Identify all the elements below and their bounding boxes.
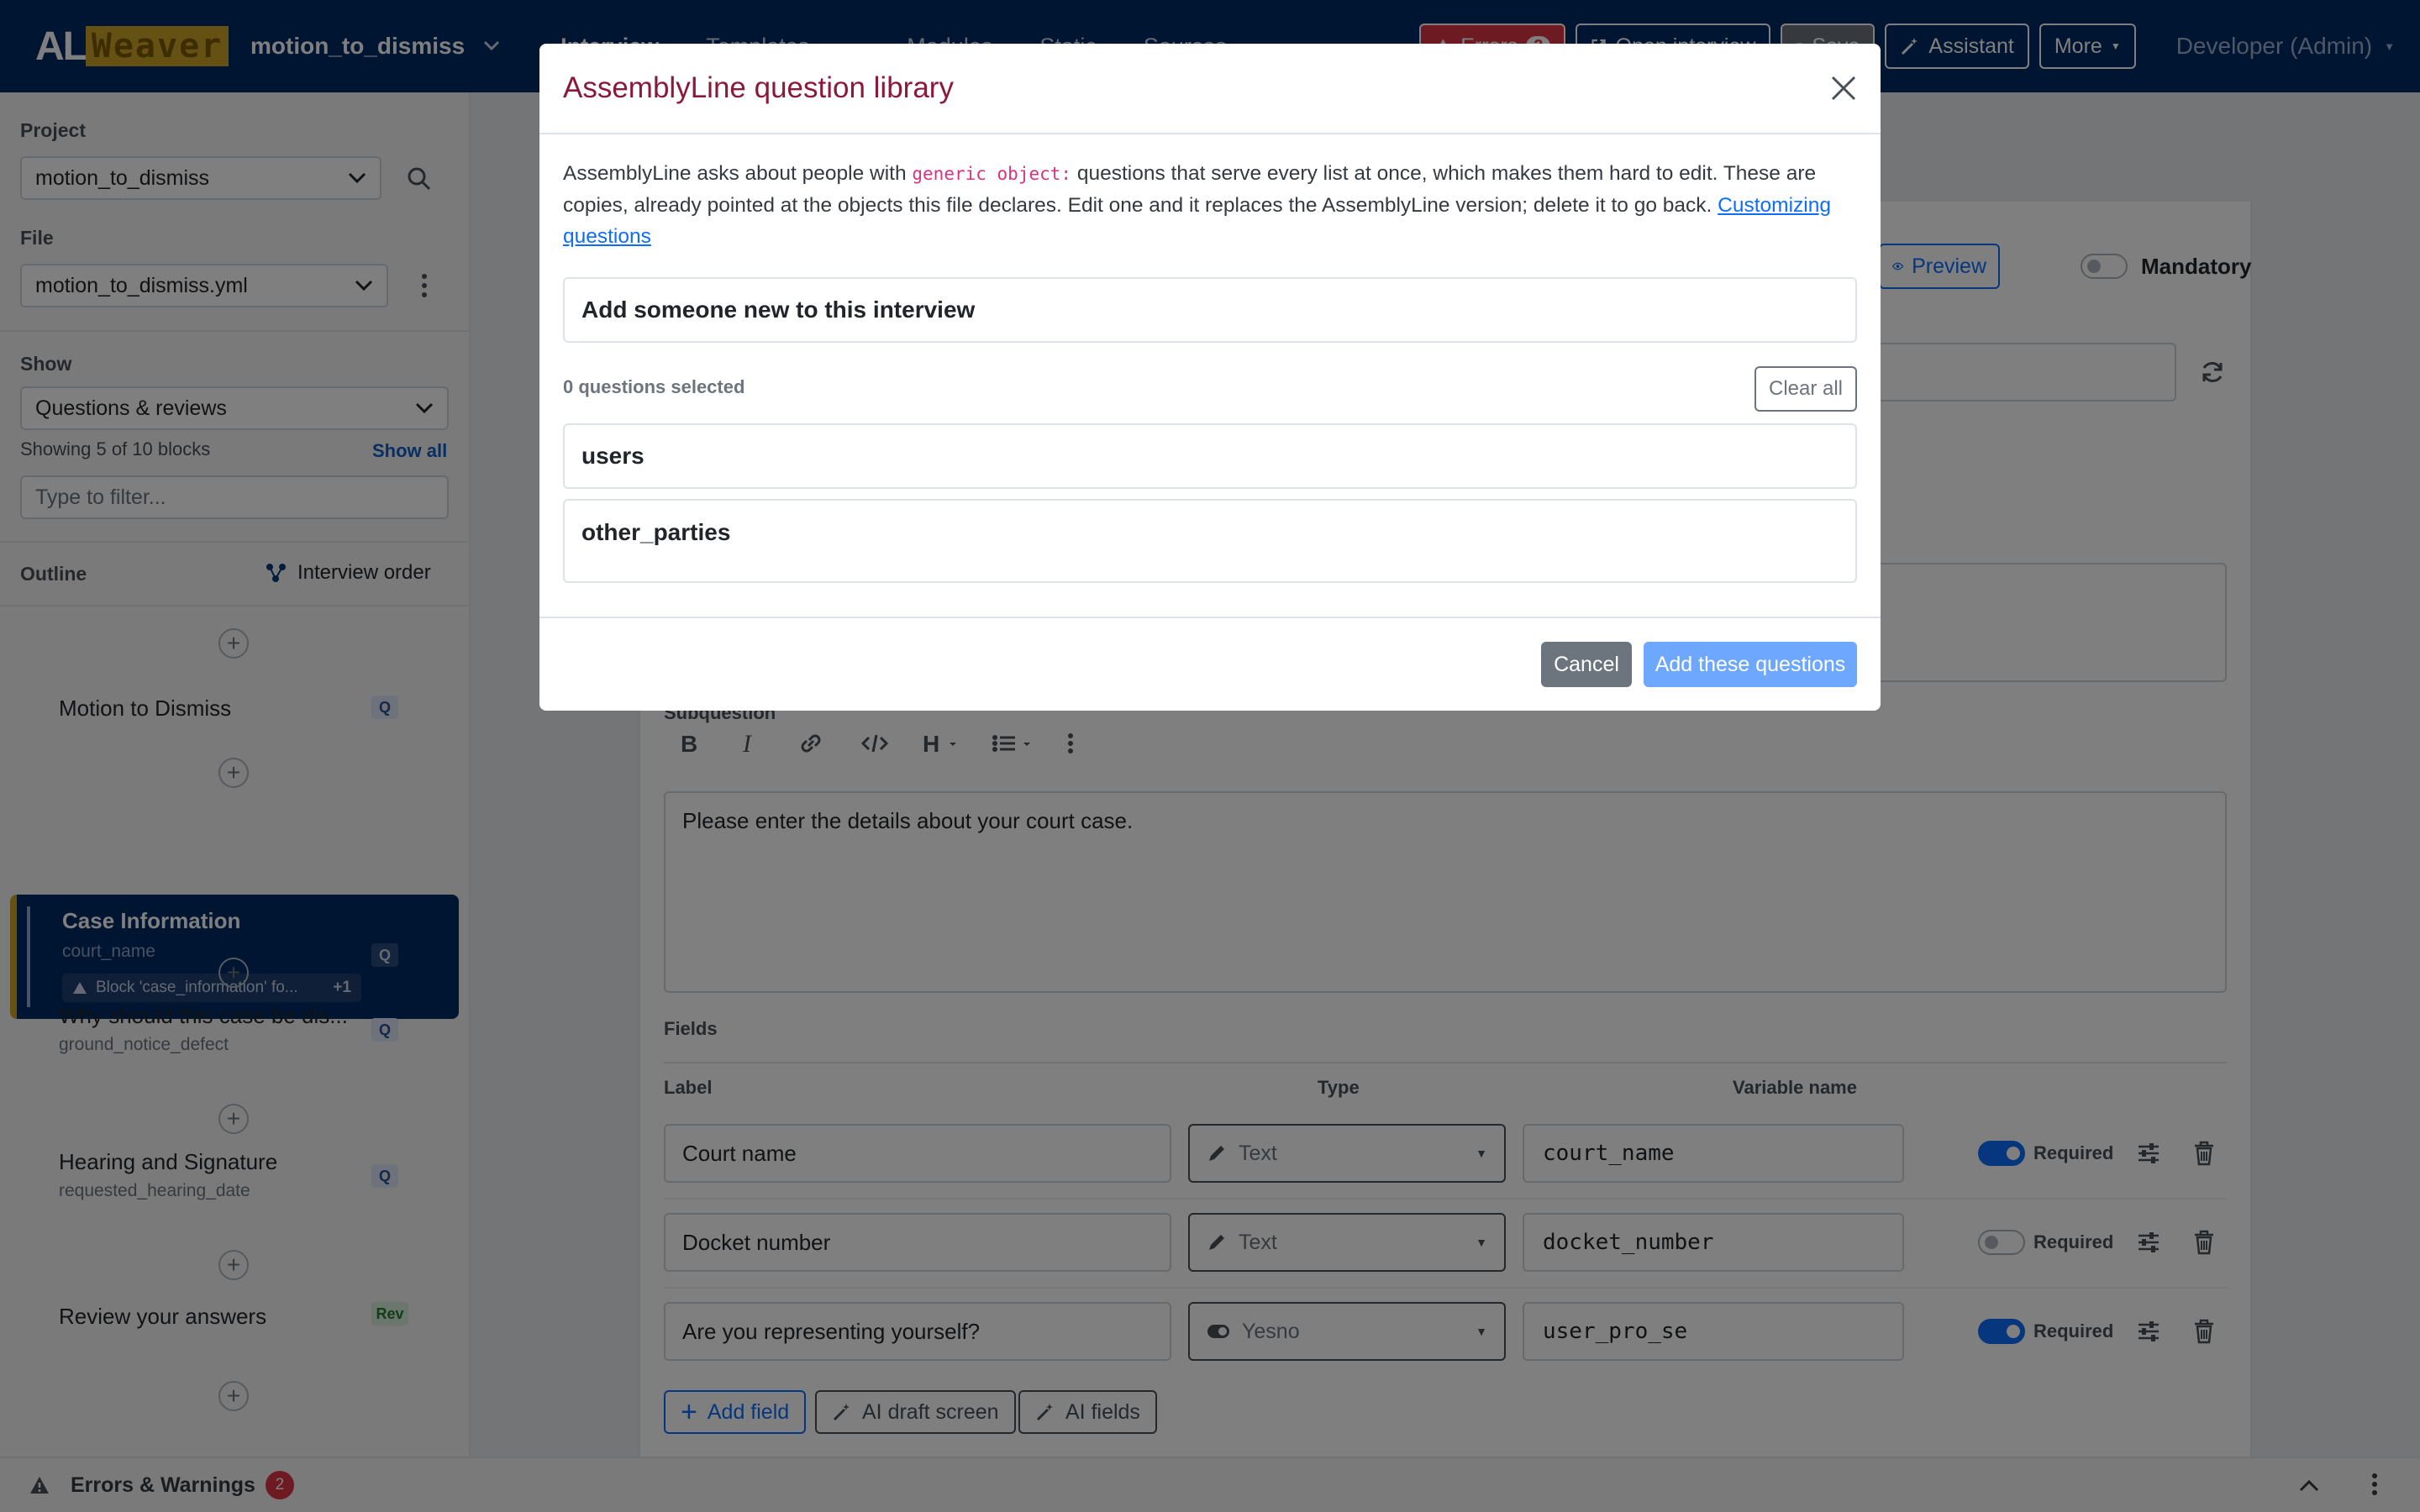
clear-all-button[interactable]: Clear all bbox=[1754, 366, 1857, 412]
selected-count: 0 questions selected bbox=[563, 376, 745, 397]
group-users[interactable]: users bbox=[563, 423, 1857, 489]
add-questions-label: Add these questions bbox=[1655, 652, 1846, 676]
modal-footer-divider bbox=[539, 617, 1881, 618]
desc-code: generic object: bbox=[912, 164, 1072, 184]
close-icon[interactable] bbox=[1830, 75, 1857, 102]
add-someone-section[interactable]: Add someone new to this interview bbox=[563, 277, 1857, 343]
desc-text: AssemblyLine asks about people with bbox=[563, 162, 913, 185]
modal-title: AssemblyLine question library bbox=[563, 71, 954, 104]
group-other-parties[interactable]: other_parties bbox=[563, 499, 1857, 583]
group-label: other_parties bbox=[581, 519, 731, 545]
modal-description: AssemblyLine asks about people with gene… bbox=[563, 158, 1857, 252]
add-someone-label: Add someone new to this interview bbox=[581, 297, 976, 323]
group-label: users bbox=[581, 443, 644, 469]
modal-header: AssemblyLine question library bbox=[539, 44, 1881, 134]
cancel-button[interactable]: Cancel bbox=[1541, 642, 1632, 687]
question-library-modal: AssemblyLine question library AssemblyLi… bbox=[539, 44, 1881, 711]
clear-all-label: Clear all bbox=[1768, 377, 1844, 400]
cancel-label: Cancel bbox=[1554, 652, 1619, 676]
add-questions-button[interactable]: Add these questions bbox=[1644, 642, 1857, 687]
